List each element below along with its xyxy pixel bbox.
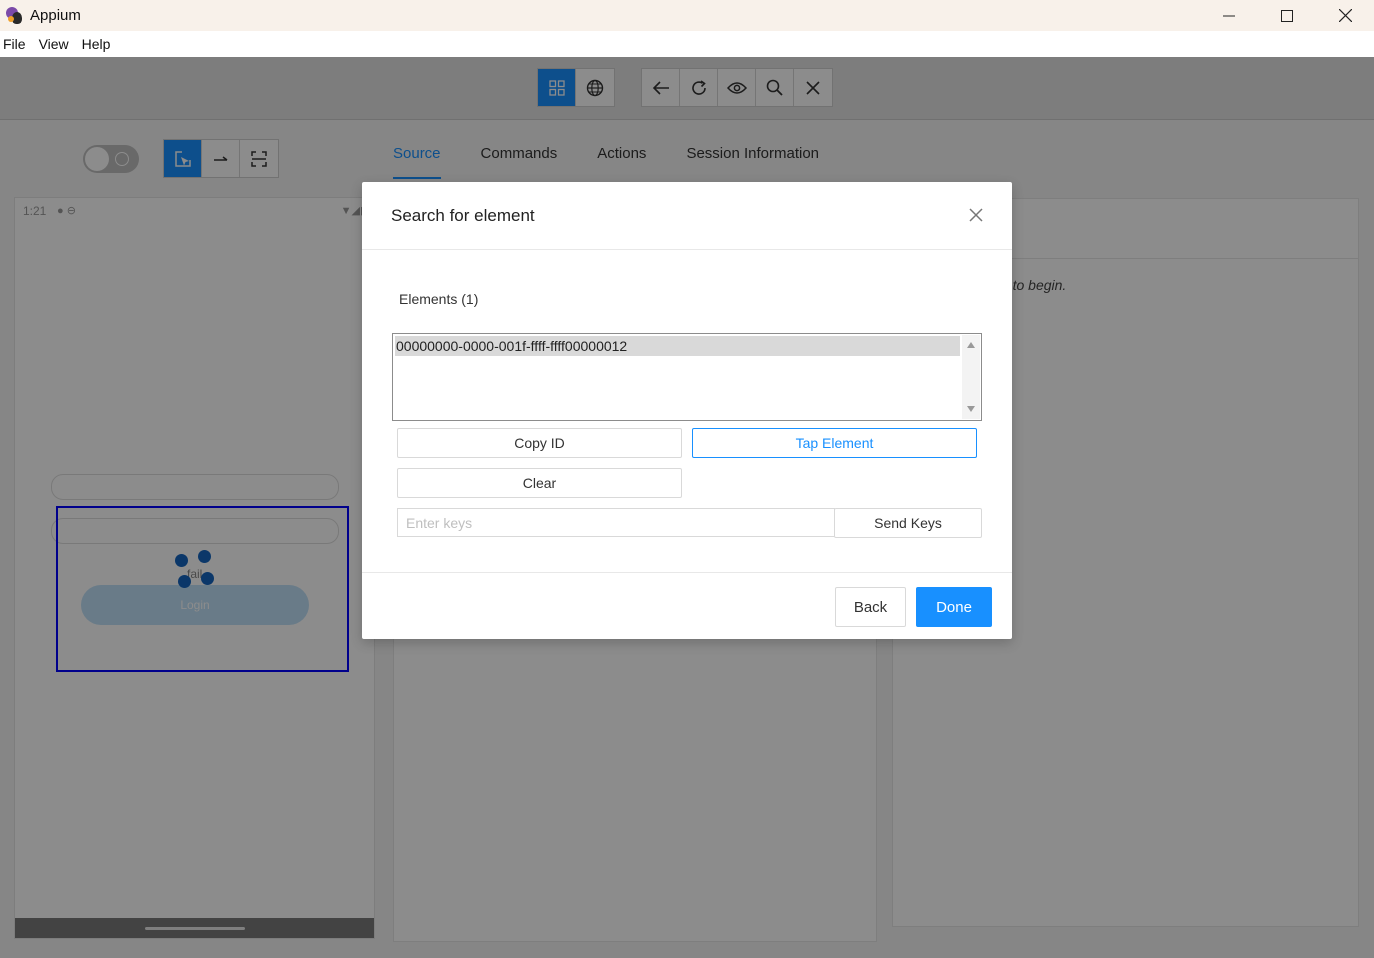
minimize-icon	[1223, 15, 1235, 16]
back-button[interactable]: Back	[835, 587, 906, 627]
search-element-modal: Search for element Elements (1) 00000000…	[362, 182, 1012, 639]
list-item[interactable]: 00000000-0000-001f-ffff-ffff00000012	[395, 336, 960, 356]
modal-close-button[interactable]	[968, 207, 986, 225]
close-window-button[interactable]	[1316, 0, 1374, 31]
elements-count-label: Elements (1)	[399, 291, 479, 307]
tap-element-button[interactable]: Tap Element	[692, 428, 977, 458]
modal-title: Search for element	[391, 206, 535, 225]
menu-view[interactable]: View	[36, 36, 72, 52]
elements-list[interactable]: 00000000-0000-001f-ffff-ffff00000012	[392, 333, 982, 421]
appium-logo-icon	[4, 6, 24, 26]
menu-help[interactable]: Help	[79, 36, 114, 52]
window-title: Appium	[30, 7, 81, 24]
window-controls	[1200, 0, 1374, 31]
send-keys-input[interactable]	[397, 508, 835, 537]
title-bar: Appium	[0, 0, 1374, 31]
menu-file[interactable]: File	[0, 36, 29, 52]
maximize-icon	[1281, 9, 1293, 22]
menu-bar: File View Help	[0, 31, 1374, 57]
list-scrollbar[interactable]	[962, 335, 980, 419]
scroll-down-icon[interactable]	[967, 406, 975, 412]
modal-header: Search for element	[362, 182, 1012, 250]
clear-button[interactable]: Clear	[397, 468, 682, 498]
modal-footer: Back Done	[362, 572, 1012, 639]
minimize-button[interactable]	[1200, 0, 1258, 31]
close-icon	[1338, 9, 1352, 22]
close-icon	[969, 208, 983, 222]
done-button[interactable]: Done	[916, 587, 992, 627]
maximize-button[interactable]	[1258, 0, 1316, 31]
send-keys-button[interactable]: Send Keys	[834, 508, 982, 538]
copy-id-button[interactable]: Copy ID	[397, 428, 682, 458]
scroll-up-icon[interactable]	[967, 342, 975, 348]
